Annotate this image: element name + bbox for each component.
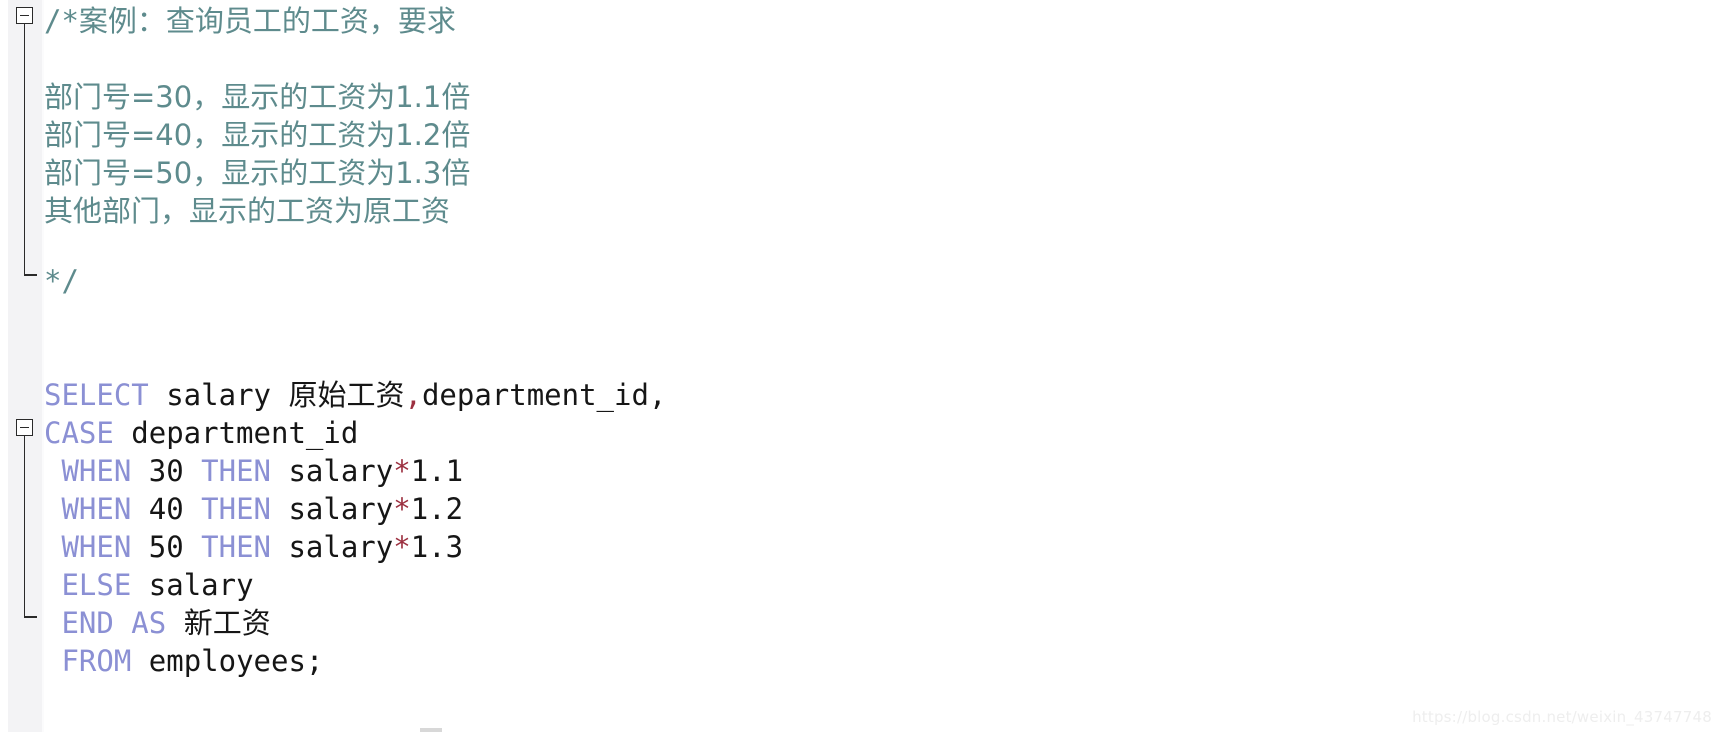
fold-guide-foot-comment-block [23, 274, 37, 276]
code-token: salary [271, 492, 394, 526]
code-token: 部门号=50，显示的工资为1.3倍 [44, 156, 471, 190]
code-line-14[interactable]: WHEN 40 THEN salary*1.2 [44, 490, 463, 528]
csdn-watermark: https://blog.csdn.net/weixin_43747748 [1412, 708, 1712, 726]
fold-marker-case-block[interactable] [16, 419, 33, 436]
code-line-18[interactable]: FROM employees; [44, 642, 323, 680]
code-line-11[interactable]: SELECT salary 原始工资,department_id, [44, 376, 666, 414]
code-token: * [393, 492, 411, 526]
code-token: THEN [201, 530, 271, 564]
fold-guide-foot-case-block [23, 616, 37, 618]
code-token: 案例：查询员工的工资，要求 [78, 4, 456, 38]
code-token: department_id, [421, 378, 667, 412]
code-line-12[interactable]: CASE department_id [44, 414, 358, 452]
code-token: WHEN [61, 530, 132, 564]
code-line-3[interactable]: 部门号=30，显示的工资为1.1倍 [44, 78, 470, 116]
code-token: department_id [113, 416, 359, 450]
code-token: CASE [44, 416, 114, 450]
code-token: 40 [131, 492, 202, 526]
code-token: FROM [61, 644, 132, 678]
code-token: 原始工资 [288, 378, 405, 412]
code-token: WHEN [61, 454, 132, 488]
code-token: END AS [61, 606, 167, 640]
code-token: 部门号=30，显示的工资为1.1倍 [44, 80, 471, 114]
code-token: 30 [131, 454, 202, 488]
code-line-1[interactable]: /*案例：查询员工的工资，要求 [44, 2, 456, 40]
code-line-15[interactable]: WHEN 50 THEN salary*1.3 [44, 528, 463, 566]
code-token: 其他部门，显示的工资为原工资 [44, 194, 451, 228]
code-token: /* [44, 4, 79, 38]
code-token: salary [271, 454, 394, 488]
code-token: * [393, 530, 411, 564]
code-token: 1.3 [410, 530, 464, 564]
code-line-16[interactable]: ELSE salary [44, 566, 254, 604]
code-token: 部门号=40，显示的工资为1.2倍 [44, 118, 471, 152]
sql-code-editor[interactable]: /*案例：查询员工的工资，要求部门号=30，显示的工资为1.1倍 部门号=40，显… [0, 0, 1718, 732]
code-token: salary [131, 568, 254, 602]
code-token: salary [148, 378, 289, 412]
code-line-4[interactable]: 部门号=40，显示的工资为1.2倍 [44, 116, 470, 154]
code-token: , [404, 378, 422, 412]
fold-guide-line-case-block [23, 436, 26, 616]
code-token: THEN [201, 492, 271, 526]
code-content-area[interactable]: /*案例：查询员工的工资，要求部门号=30，显示的工资为1.1倍 部门号=40，显… [0, 0, 1718, 732]
code-token: WHEN [61, 492, 132, 526]
code-token: */ [44, 264, 79, 298]
clipped-next-line-glyph [420, 728, 442, 732]
code-token: 50 [131, 530, 202, 564]
code-line-13[interactable]: WHEN 30 THEN salary*1.1 [44, 452, 463, 490]
code-line-17[interactable]: END AS 新工资 [44, 604, 271, 642]
fold-marker-comment-block[interactable] [16, 7, 33, 24]
code-token: ELSE [61, 568, 132, 602]
code-token: 1.2 [410, 492, 464, 526]
code-line-8[interactable]: */ [44, 262, 79, 300]
code-token: employees; [131, 644, 324, 678]
code-line-6[interactable]: 其他部门，显示的工资为原工资 [44, 192, 450, 230]
code-token: * [393, 454, 411, 488]
fold-guide-line-comment-block [23, 24, 26, 274]
code-token: THEN [201, 454, 271, 488]
code-token: SELECT [44, 378, 149, 412]
code-token: salary [271, 530, 394, 564]
code-token: 新工资 [183, 606, 271, 640]
code-token: 1.1 [410, 454, 464, 488]
code-line-5[interactable]: 部门号=50，显示的工资为1.3倍 [44, 154, 470, 192]
